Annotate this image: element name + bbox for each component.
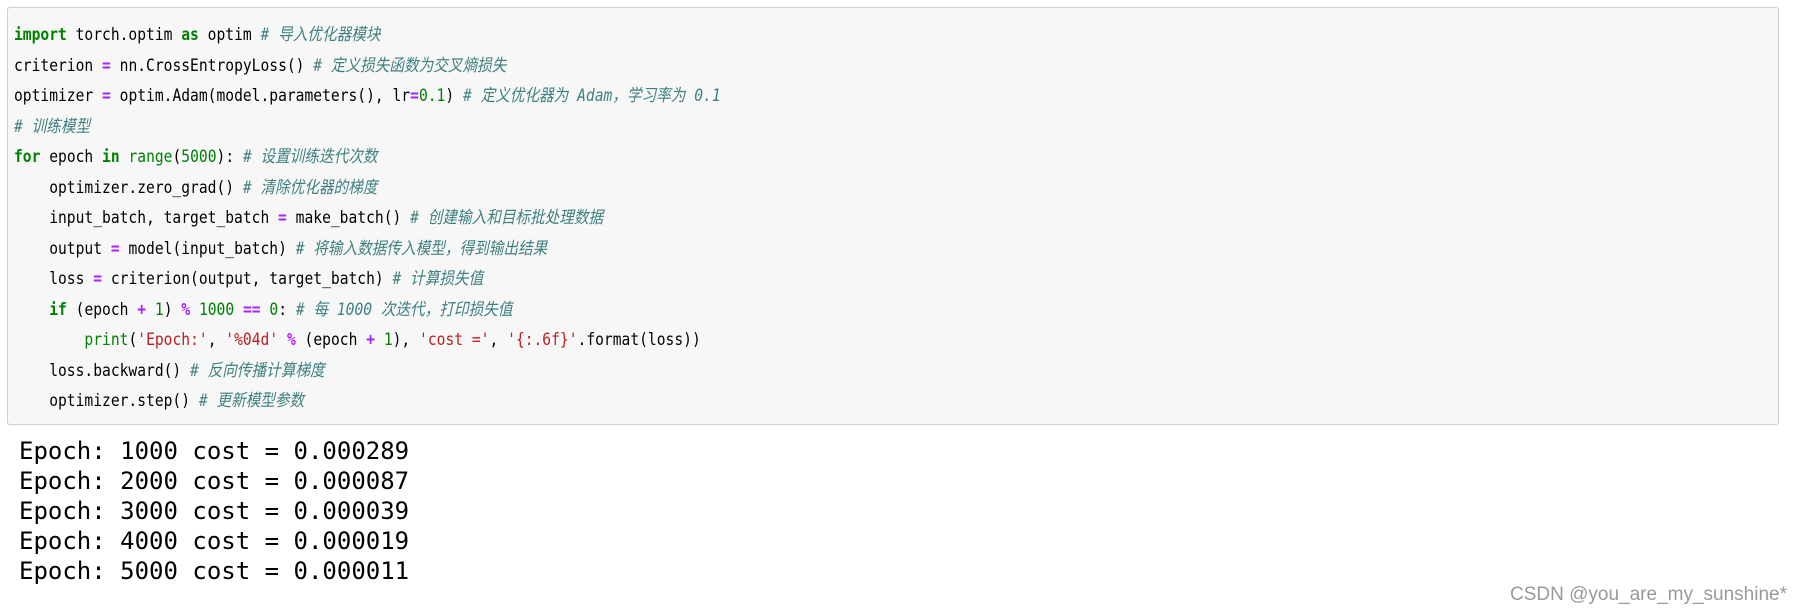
keyword: as — [181, 25, 199, 45]
operator: + — [366, 330, 375, 350]
number: 5000 — [181, 147, 217, 167]
code-text: optim.Adam(model.parameters(), lr — [110, 86, 411, 106]
code-text: criterion — [14, 55, 103, 76]
code-text: ) — [445, 86, 463, 106]
string: '%04d' — [225, 330, 279, 350]
operator: % — [286, 330, 296, 350]
code-text: criterion(output, target_batch) — [102, 269, 393, 289]
comment: # 每 1000 次迭代，打印损失值 — [295, 299, 513, 320]
code-text: optim — [198, 25, 261, 45]
code-text: input_batch, target_batch — [14, 208, 279, 228]
operator: + — [137, 299, 147, 320]
code-text: make_batch() — [286, 208, 411, 228]
code-text: , — [207, 330, 226, 350]
code-line: if (epoch + 1) % 1000 == 0: # 每 1000 次迭代… — [14, 295, 721, 326]
code-text: ), — [392, 330, 420, 350]
code-editor[interactable]: import torch.optim as optim # 导入优化器模块 cri… — [14, 20, 721, 417]
keyword: import — [14, 25, 67, 45]
keyword: in — [102, 147, 120, 167]
code-text: (epoch — [295, 330, 367, 350]
code-text: .format(loss)) — [577, 330, 701, 350]
watermark: CSDN @you_are_my_sunshine* — [1510, 584, 1787, 605]
comment: # 训练模型 — [14, 116, 91, 137]
code-text: loss — [14, 269, 94, 289]
comment: # 定义损失函数为交叉熵损失 — [313, 55, 507, 76]
comment: # 设置训练迭代次数 — [242, 147, 378, 167]
output-line: Epoch: 4000 cost = 0.000019 — [19, 527, 410, 555]
operator: % — [181, 299, 191, 320]
code-text: optimizer.zero_grad() — [14, 177, 243, 198]
output-line: Epoch: 1000 cost = 0.000289 — [19, 437, 410, 465]
operator: == — [242, 299, 261, 320]
code-line: criterion = nn.CrossEntropyLoss() # 定义损失… — [14, 51, 721, 82]
comment: # 将输入数据传入模型，得到输出结果 — [295, 238, 548, 259]
comment: # 清除优化器的梯度 — [242, 177, 378, 198]
output-line: Epoch: 5000 cost = 0.000011 — [19, 557, 410, 585]
comment: # 导入优化器模块 — [260, 25, 381, 45]
code-text: , — [489, 330, 508, 350]
number: 1000 — [198, 299, 235, 320]
string: 'cost =' — [419, 330, 490, 350]
code-text: optimizer.step() — [14, 391, 199, 411]
code-text: ): — [216, 147, 243, 167]
code-line: # 训练模型 — [14, 112, 721, 143]
code-cell[interactable]: import torch.optim as optim # 导入优化器模块 cri… — [7, 7, 1779, 425]
comment: # 创建输入和目标批处理数据 — [410, 208, 604, 228]
operator: = — [102, 86, 111, 106]
code-line: input_batch, target_batch = make_batch()… — [14, 203, 721, 234]
keyword: if — [49, 299, 67, 320]
code-text: ( — [128, 330, 138, 350]
operator: = — [410, 86, 419, 106]
code-line: optimizer.zero_grad() # 清除优化器的梯度 — [14, 173, 721, 204]
comment: # 计算损失值 — [392, 269, 484, 289]
code-line: import torch.optim as optim # 导入优化器模块 — [14, 20, 721, 51]
code-text: ) — [163, 299, 182, 320]
comment: # 更新模型参数 — [198, 391, 305, 411]
code-text: output — [14, 238, 111, 259]
code-line: for epoch in range(5000): # 设置训练迭代次数 — [14, 142, 721, 173]
code-text: : — [278, 299, 296, 320]
output-line: Epoch: 3000 cost = 0.000039 — [19, 497, 410, 525]
keyword: for — [14, 147, 41, 167]
comment: # 定义优化器为 Adam，学习率为 0.1 — [462, 86, 721, 106]
builtin: range — [128, 147, 173, 167]
operator: = — [102, 55, 111, 76]
operator: = — [110, 238, 120, 259]
string: 'Epoch:' — [137, 330, 208, 350]
operator: = — [278, 208, 287, 228]
cell-output: Epoch: 1000 cost = 0.000289 Epoch: 2000 c… — [19, 436, 409, 586]
code-line: output = model(input_batch) # 将输入数据传入模型，… — [14, 234, 721, 265]
code-text: nn.CrossEntropyLoss() — [110, 55, 314, 76]
number: 0 — [269, 299, 279, 320]
code-text: torch.optim — [66, 25, 182, 45]
comment: # 反向传播计算梯度 — [190, 360, 325, 381]
number: 1 — [154, 299, 164, 320]
code-text: optimizer — [14, 86, 103, 106]
code-line: optimizer = optim.Adam(model.parameters(… — [14, 81, 721, 112]
number: 1 — [383, 330, 393, 350]
operator: = — [93, 269, 103, 289]
code-text: loss.backward() — [14, 360, 191, 381]
code-text: (epoch — [66, 299, 138, 320]
output-line: Epoch: 2000 cost = 0.000087 — [19, 467, 410, 495]
code-text: model(input_batch) — [119, 238, 296, 259]
code-line: optimizer.step() # 更新模型参数 — [14, 386, 721, 417]
code-text: ( — [172, 147, 182, 167]
builtin: print — [84, 330, 129, 350]
number: 0.1 — [418, 86, 446, 106]
string: '{:.6f}' — [507, 330, 578, 350]
code-line: loss = criterion(output, target_batch) #… — [14, 264, 721, 295]
code-line: print('Epoch:', '%04d' % (epoch + 1), 'c… — [14, 325, 721, 356]
code-text: epoch — [40, 147, 103, 167]
code-line: loss.backward() # 反向传播计算梯度 — [14, 356, 721, 387]
